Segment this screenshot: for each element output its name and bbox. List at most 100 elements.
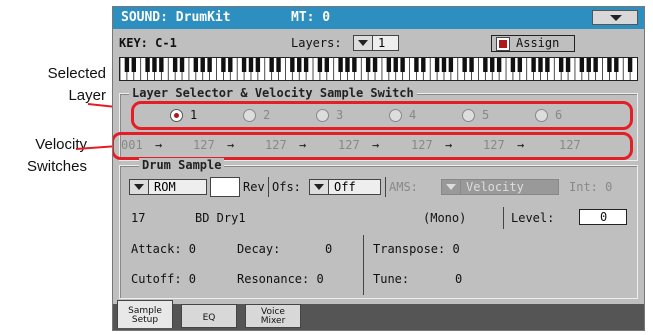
black-key	[441, 58, 447, 72]
ams-label: AMS:	[389, 180, 418, 194]
reverse-checkbox[interactable]	[210, 177, 240, 197]
black-key	[290, 58, 295, 72]
black-key	[434, 58, 440, 72]
black-key	[152, 58, 157, 72]
black-key	[276, 58, 281, 72]
black-key	[159, 58, 164, 72]
black-key	[586, 58, 591, 72]
offset-dropdown[interactable]: Off	[309, 179, 381, 195]
velocity-switches-highlight	[113, 132, 633, 160]
black-key	[207, 58, 212, 72]
velocity-switches-annotation-line1: Velocity	[35, 136, 87, 153]
black-key	[193, 58, 199, 72]
black-key	[593, 58, 598, 72]
black-key	[614, 58, 619, 72]
page-title: SOUND: DrumKit	[121, 10, 231, 25]
level-field[interactable]: 0	[579, 209, 627, 225]
black-key	[421, 58, 426, 72]
black-key	[317, 58, 323, 72]
keyboard-strip[interactable]	[119, 57, 638, 81]
separator	[385, 177, 386, 197]
black-key	[255, 58, 261, 72]
black-key	[200, 58, 205, 72]
black-key	[393, 58, 398, 72]
tab-eq[interactable]: EQ	[181, 304, 237, 328]
black-key	[545, 58, 550, 72]
attack-value[interactable]: Attack: 0	[131, 242, 196, 256]
level-label: Level:	[511, 211, 555, 225]
black-key	[248, 58, 254, 72]
black-key	[627, 58, 633, 72]
black-key	[131, 58, 136, 72]
black-key	[241, 58, 247, 72]
layers-dropdown[interactable]: 1	[353, 35, 399, 51]
offset-value: Off	[334, 180, 356, 194]
resonance-value[interactable]: Resonance: 0	[237, 272, 324, 286]
sample-name[interactable]: BD Dry1	[195, 211, 246, 225]
tab-voice-mixer-line2: Mixer	[260, 316, 286, 326]
black-key	[538, 58, 543, 72]
velocity-switches-annotation-line2: Switches	[26, 158, 87, 175]
selected-layer-highlight	[131, 101, 633, 130]
black-key	[221, 58, 226, 72]
bank-dropdown[interactable]: ROM	[129, 179, 207, 195]
mt-indicator: MT: 0	[291, 10, 331, 25]
transpose-value[interactable]: Transpose: 0	[373, 242, 460, 256]
black-key	[145, 58, 150, 72]
black-key	[469, 58, 474, 72]
black-key	[172, 58, 178, 72]
title-bar: SOUND: DrumKit MT: 0	[113, 7, 644, 29]
drum-sample-title: Drum Sample	[139, 158, 225, 172]
sample-mode: (Mono)	[423, 211, 467, 225]
black-key	[386, 58, 392, 72]
tune-value[interactable]: 0	[455, 272, 462, 286]
velocity-switches-annotation: Velocity Switches	[5, 134, 87, 178]
black-key	[483, 58, 488, 72]
int-label: Int: 0	[569, 180, 613, 194]
separator	[503, 207, 504, 229]
selected-layer-annotation-line1: Selected	[47, 65, 106, 82]
page-menu-button[interactable]	[592, 10, 638, 25]
cutoff-value[interactable]: Cutoff: 0	[131, 272, 196, 286]
assign-box[interactable]: Assign	[491, 35, 575, 52]
layer-selector-title: Layer Selector & Velocity Sample Switch	[129, 86, 417, 100]
layers-value: 1	[378, 36, 386, 50]
black-key	[228, 58, 233, 72]
reverse-label: Rev	[243, 180, 265, 194]
black-key	[496, 58, 502, 72]
black-key	[297, 58, 302, 72]
black-key	[462, 58, 467, 72]
level-value: 0	[600, 210, 608, 224]
selected-layer-annotation: Selected Layer	[20, 63, 106, 107]
display-screen: SOUND: DrumKit MT: 0 KEY: C-1 Layers: 1 …	[112, 6, 645, 331]
layers-label: Layers:	[291, 36, 342, 50]
chevron-down-icon	[442, 180, 461, 194]
chevron-down-icon	[354, 36, 373, 50]
tab-eq-label: EQ	[202, 313, 216, 323]
black-key	[558, 58, 564, 72]
ams-dropdown[interactable]: Velocity	[441, 179, 559, 195]
tab-voice-mixer[interactable]: Voice Mixer	[245, 304, 301, 328]
black-key	[448, 58, 454, 72]
tune-label: Tune:	[373, 272, 410, 286]
black-key	[531, 58, 536, 72]
tab-bar: Sample Setup EQ Voice Mixer	[113, 300, 644, 330]
black-key	[124, 58, 130, 72]
black-key	[490, 58, 495, 72]
bank-value: ROM	[154, 180, 176, 194]
assign-label: Assign	[516, 36, 560, 50]
black-key	[352, 58, 357, 72]
black-key	[345, 58, 350, 72]
sample-number: 17	[131, 211, 146, 225]
black-key	[565, 58, 571, 72]
black-key	[510, 58, 516, 72]
chevron-down-icon	[310, 180, 329, 194]
assign-checkbox[interactable]	[496, 37, 510, 51]
decay-label: Decay:	[237, 242, 281, 256]
tab-sample-setup[interactable]: Sample Setup	[117, 300, 173, 328]
black-key	[338, 58, 343, 72]
black-key	[579, 58, 585, 72]
decay-value[interactable]: 0	[325, 242, 332, 256]
chevron-down-icon	[130, 180, 149, 194]
black-key	[607, 58, 612, 72]
